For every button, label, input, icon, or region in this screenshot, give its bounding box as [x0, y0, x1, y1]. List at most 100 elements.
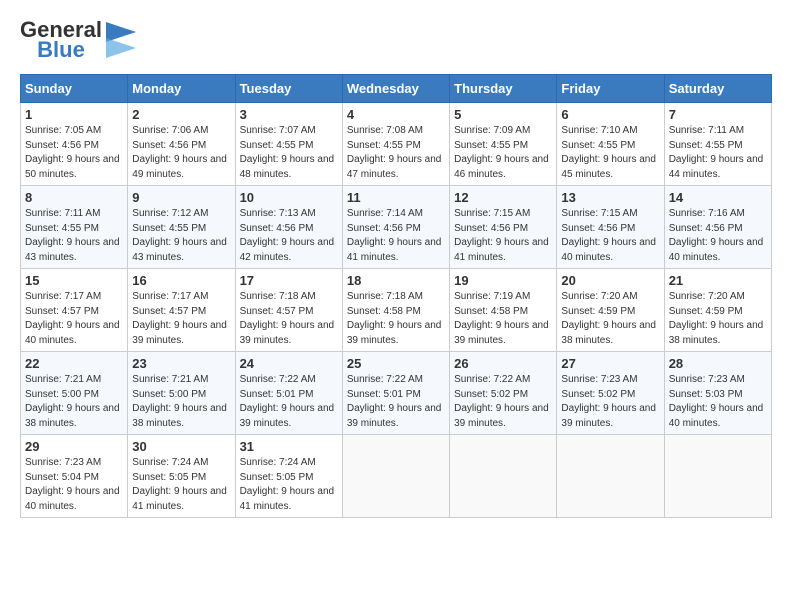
day-number: 13 [561, 190, 659, 205]
calendar-cell: 1 Sunrise: 7:05 AM Sunset: 4:56 PM Dayli… [21, 103, 128, 186]
calendar-cell: 28 Sunrise: 7:23 AM Sunset: 5:03 PM Dayl… [664, 352, 771, 435]
day-number: 7 [669, 107, 767, 122]
day-info: Sunrise: 7:21 AM Sunset: 5:00 PM Dayligh… [25, 373, 123, 431]
day-number: 20 [561, 273, 659, 288]
day-number: 17 [240, 273, 338, 288]
day-info: Sunrise: 7:19 AM Sunset: 4:58 PM Dayligh… [454, 290, 552, 348]
calendar-cell: 3 Sunrise: 7:07 AM Sunset: 4:55 PM Dayli… [235, 103, 342, 186]
day-number: 11 [347, 190, 445, 205]
calendar-header-thursday: Thursday [450, 75, 557, 103]
day-number: 8 [25, 190, 123, 205]
day-info: Sunrise: 7:23 AM Sunset: 5:04 PM Dayligh… [25, 456, 123, 514]
day-number: 3 [240, 107, 338, 122]
calendar-cell: 10 Sunrise: 7:13 AM Sunset: 4:56 PM Dayl… [235, 186, 342, 269]
day-info: Sunrise: 7:16 AM Sunset: 4:56 PM Dayligh… [669, 207, 767, 265]
day-info: Sunrise: 7:20 AM Sunset: 4:59 PM Dayligh… [561, 290, 659, 348]
day-info: Sunrise: 7:17 AM Sunset: 4:57 PM Dayligh… [25, 290, 123, 348]
logo: General Blue [20, 18, 136, 62]
day-info: Sunrise: 7:18 AM Sunset: 4:57 PM Dayligh… [240, 290, 338, 348]
day-info: Sunrise: 7:11 AM Sunset: 4:55 PM Dayligh… [25, 207, 123, 265]
calendar-cell: 7 Sunrise: 7:11 AM Sunset: 4:55 PM Dayli… [664, 103, 771, 186]
calendar-cell: 11 Sunrise: 7:14 AM Sunset: 4:56 PM Dayl… [342, 186, 449, 269]
day-number: 24 [240, 356, 338, 371]
day-info: Sunrise: 7:09 AM Sunset: 4:55 PM Dayligh… [454, 124, 552, 182]
calendar-cell: 26 Sunrise: 7:22 AM Sunset: 5:02 PM Dayl… [450, 352, 557, 435]
day-number: 10 [240, 190, 338, 205]
day-info: Sunrise: 7:23 AM Sunset: 5:02 PM Dayligh… [561, 373, 659, 431]
day-info: Sunrise: 7:05 AM Sunset: 4:56 PM Dayligh… [25, 124, 123, 182]
calendar-week-5: 29 Sunrise: 7:23 AM Sunset: 5:04 PM Dayl… [21, 435, 772, 518]
day-info: Sunrise: 7:21 AM Sunset: 5:00 PM Dayligh… [132, 373, 230, 431]
day-info: Sunrise: 7:20 AM Sunset: 4:59 PM Dayligh… [669, 290, 767, 348]
day-number: 29 [25, 439, 123, 454]
calendar-cell: 13 Sunrise: 7:15 AM Sunset: 4:56 PM Dayl… [557, 186, 664, 269]
calendar-cell [342, 435, 449, 518]
day-number: 31 [240, 439, 338, 454]
day-info: Sunrise: 7:12 AM Sunset: 4:55 PM Dayligh… [132, 207, 230, 265]
day-number: 23 [132, 356, 230, 371]
calendar-cell: 25 Sunrise: 7:22 AM Sunset: 5:01 PM Dayl… [342, 352, 449, 435]
day-number: 22 [25, 356, 123, 371]
calendar-cell: 12 Sunrise: 7:15 AM Sunset: 4:56 PM Dayl… [450, 186, 557, 269]
calendar-cell: 20 Sunrise: 7:20 AM Sunset: 4:59 PM Dayl… [557, 269, 664, 352]
calendar-cell: 8 Sunrise: 7:11 AM Sunset: 4:55 PM Dayli… [21, 186, 128, 269]
calendar-cell: 21 Sunrise: 7:20 AM Sunset: 4:59 PM Dayl… [664, 269, 771, 352]
day-info: Sunrise: 7:22 AM Sunset: 5:01 PM Dayligh… [347, 373, 445, 431]
calendar-cell: 18 Sunrise: 7:18 AM Sunset: 4:58 PM Dayl… [342, 269, 449, 352]
day-number: 14 [669, 190, 767, 205]
calendar-cell: 4 Sunrise: 7:08 AM Sunset: 4:55 PM Dayli… [342, 103, 449, 186]
calendar-cell: 15 Sunrise: 7:17 AM Sunset: 4:57 PM Dayl… [21, 269, 128, 352]
calendar-table: SundayMondayTuesdayWednesdayThursdayFrid… [20, 74, 772, 518]
day-number: 21 [669, 273, 767, 288]
calendar-header-saturday: Saturday [664, 75, 771, 103]
day-number: 1 [25, 107, 123, 122]
calendar-header-friday: Friday [557, 75, 664, 103]
logo-blue: Blue [37, 38, 85, 62]
calendar-week-1: 1 Sunrise: 7:05 AM Sunset: 4:56 PM Dayli… [21, 103, 772, 186]
calendar-cell: 19 Sunrise: 7:19 AM Sunset: 4:58 PM Dayl… [450, 269, 557, 352]
logo-icon [106, 22, 136, 58]
day-info: Sunrise: 7:22 AM Sunset: 5:01 PM Dayligh… [240, 373, 338, 431]
calendar-cell: 31 Sunrise: 7:24 AM Sunset: 5:05 PM Dayl… [235, 435, 342, 518]
calendar-cell [664, 435, 771, 518]
day-info: Sunrise: 7:07 AM Sunset: 4:55 PM Dayligh… [240, 124, 338, 182]
day-number: 12 [454, 190, 552, 205]
day-number: 4 [347, 107, 445, 122]
calendar-week-3: 15 Sunrise: 7:17 AM Sunset: 4:57 PM Dayl… [21, 269, 772, 352]
header: General Blue [20, 18, 772, 62]
calendar-page: General Blue SundayMondayTuesdayWednesda… [0, 0, 792, 528]
calendar-week-4: 22 Sunrise: 7:21 AM Sunset: 5:00 PM Dayl… [21, 352, 772, 435]
calendar-cell: 5 Sunrise: 7:09 AM Sunset: 4:55 PM Dayli… [450, 103, 557, 186]
calendar-header-monday: Monday [128, 75, 235, 103]
calendar-header-tuesday: Tuesday [235, 75, 342, 103]
calendar-cell: 9 Sunrise: 7:12 AM Sunset: 4:55 PM Dayli… [128, 186, 235, 269]
day-info: Sunrise: 7:22 AM Sunset: 5:02 PM Dayligh… [454, 373, 552, 431]
day-number: 19 [454, 273, 552, 288]
day-info: Sunrise: 7:15 AM Sunset: 4:56 PM Dayligh… [454, 207, 552, 265]
calendar-cell: 22 Sunrise: 7:21 AM Sunset: 5:00 PM Dayl… [21, 352, 128, 435]
day-number: 5 [454, 107, 552, 122]
calendar-cell: 16 Sunrise: 7:17 AM Sunset: 4:57 PM Dayl… [128, 269, 235, 352]
day-info: Sunrise: 7:08 AM Sunset: 4:55 PM Dayligh… [347, 124, 445, 182]
day-number: 30 [132, 439, 230, 454]
day-info: Sunrise: 7:23 AM Sunset: 5:03 PM Dayligh… [669, 373, 767, 431]
calendar-header-row: SundayMondayTuesdayWednesdayThursdayFrid… [21, 75, 772, 103]
day-number: 16 [132, 273, 230, 288]
calendar-cell: 14 Sunrise: 7:16 AM Sunset: 4:56 PM Dayl… [664, 186, 771, 269]
day-number: 18 [347, 273, 445, 288]
day-info: Sunrise: 7:13 AM Sunset: 4:56 PM Dayligh… [240, 207, 338, 265]
calendar-cell: 17 Sunrise: 7:18 AM Sunset: 4:57 PM Dayl… [235, 269, 342, 352]
calendar-cell: 2 Sunrise: 7:06 AM Sunset: 4:56 PM Dayli… [128, 103, 235, 186]
calendar-cell [450, 435, 557, 518]
day-info: Sunrise: 7:17 AM Sunset: 4:57 PM Dayligh… [132, 290, 230, 348]
day-number: 27 [561, 356, 659, 371]
day-info: Sunrise: 7:18 AM Sunset: 4:58 PM Dayligh… [347, 290, 445, 348]
calendar-cell: 30 Sunrise: 7:24 AM Sunset: 5:05 PM Dayl… [128, 435, 235, 518]
calendar-cell [557, 435, 664, 518]
day-info: Sunrise: 7:14 AM Sunset: 4:56 PM Dayligh… [347, 207, 445, 265]
calendar-cell: 6 Sunrise: 7:10 AM Sunset: 4:55 PM Dayli… [557, 103, 664, 186]
calendar-week-2: 8 Sunrise: 7:11 AM Sunset: 4:55 PM Dayli… [21, 186, 772, 269]
day-info: Sunrise: 7:11 AM Sunset: 4:55 PM Dayligh… [669, 124, 767, 182]
calendar-header-sunday: Sunday [21, 75, 128, 103]
day-number: 6 [561, 107, 659, 122]
